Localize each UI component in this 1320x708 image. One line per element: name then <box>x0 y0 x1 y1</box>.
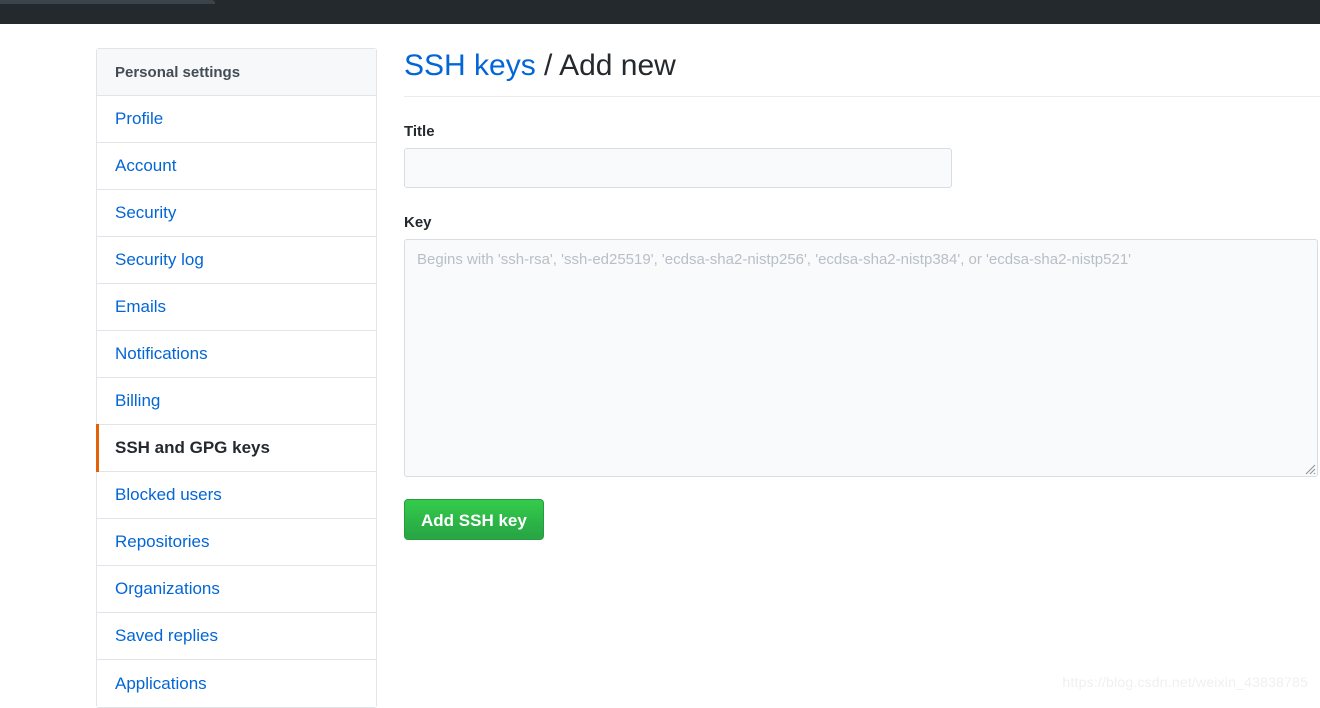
sidebar-item-emails[interactable]: Emails <box>97 284 376 331</box>
key-field-label: Key <box>404 214 432 231</box>
sidebar-item-notifications[interactable]: Notifications <box>97 331 376 378</box>
sidebar-item-repositories[interactable]: Repositories <box>97 519 376 566</box>
sidebar-item-label: Saved replies <box>115 626 219 645</box>
sidebar-item-label: Emails <box>115 297 167 316</box>
key-textarea[interactable] <box>404 239 1318 477</box>
sidebar-item-label: Profile <box>115 109 164 128</box>
sidebar-item-label: Billing <box>115 391 161 410</box>
page-body: Personal settings Profile Account Securi… <box>0 24 1320 708</box>
watermark-text: https://blog.csdn.net/weixin_43838785 <box>1062 674 1308 690</box>
breadcrumb-current: Add new <box>559 49 676 82</box>
ssh-keys-breadcrumb-link[interactable]: SSH keys <box>404 49 536 82</box>
sidebar-header-title: Personal settings <box>115 63 241 81</box>
sidebar-item-profile[interactable]: Profile <box>97 96 376 143</box>
sidebar-item-label: Security <box>115 203 177 222</box>
topbar-accent-strip <box>0 0 215 4</box>
sidebar-item-label: Blocked users <box>115 485 222 504</box>
sidebar-header: Personal settings <box>97 49 376 96</box>
title-field-label: Title <box>404 123 435 140</box>
settings-sidebar: Personal settings Profile Account Securi… <box>96 48 377 708</box>
sidebar-item-label: Notifications <box>115 344 208 363</box>
sidebar-item-applications[interactable]: Applications <box>97 660 376 707</box>
sidebar-item-saved-replies[interactable]: Saved replies <box>97 613 376 660</box>
sidebar-item-security[interactable]: Security <box>97 190 376 237</box>
key-textarea-wrapper <box>404 239 1318 477</box>
page-title: SSH keys / Add new <box>404 48 1320 97</box>
sidebar-item-label: Repositories <box>115 532 210 551</box>
breadcrumb-separator: / <box>535 49 560 82</box>
sidebar-item-label: Account <box>115 156 177 175</box>
sidebar-item-blocked-users[interactable]: Blocked users <box>97 472 376 519</box>
sidebar-item-organizations[interactable]: Organizations <box>97 566 376 613</box>
sidebar-item-ssh-and-gpg-keys[interactable]: SSH and GPG keys <box>96 424 376 472</box>
add-ssh-key-button[interactable]: Add SSH key <box>404 499 544 540</box>
sidebar-item-label: Organizations <box>115 579 220 598</box>
sidebar-item-security-log[interactable]: Security log <box>97 237 376 284</box>
title-input[interactable] <box>404 148 952 188</box>
top-app-bar <box>0 0 1320 24</box>
sidebar-item-account[interactable]: Account <box>97 143 376 190</box>
sidebar-item-billing[interactable]: Billing <box>97 378 376 425</box>
sidebar-item-label: SSH and GPG keys <box>115 438 270 457</box>
sidebar-item-label: Security log <box>115 250 204 269</box>
main-content: SSH keys / Add new Title Key Add SSH key <box>404 48 1320 540</box>
sidebar-item-label: Applications <box>115 673 207 693</box>
